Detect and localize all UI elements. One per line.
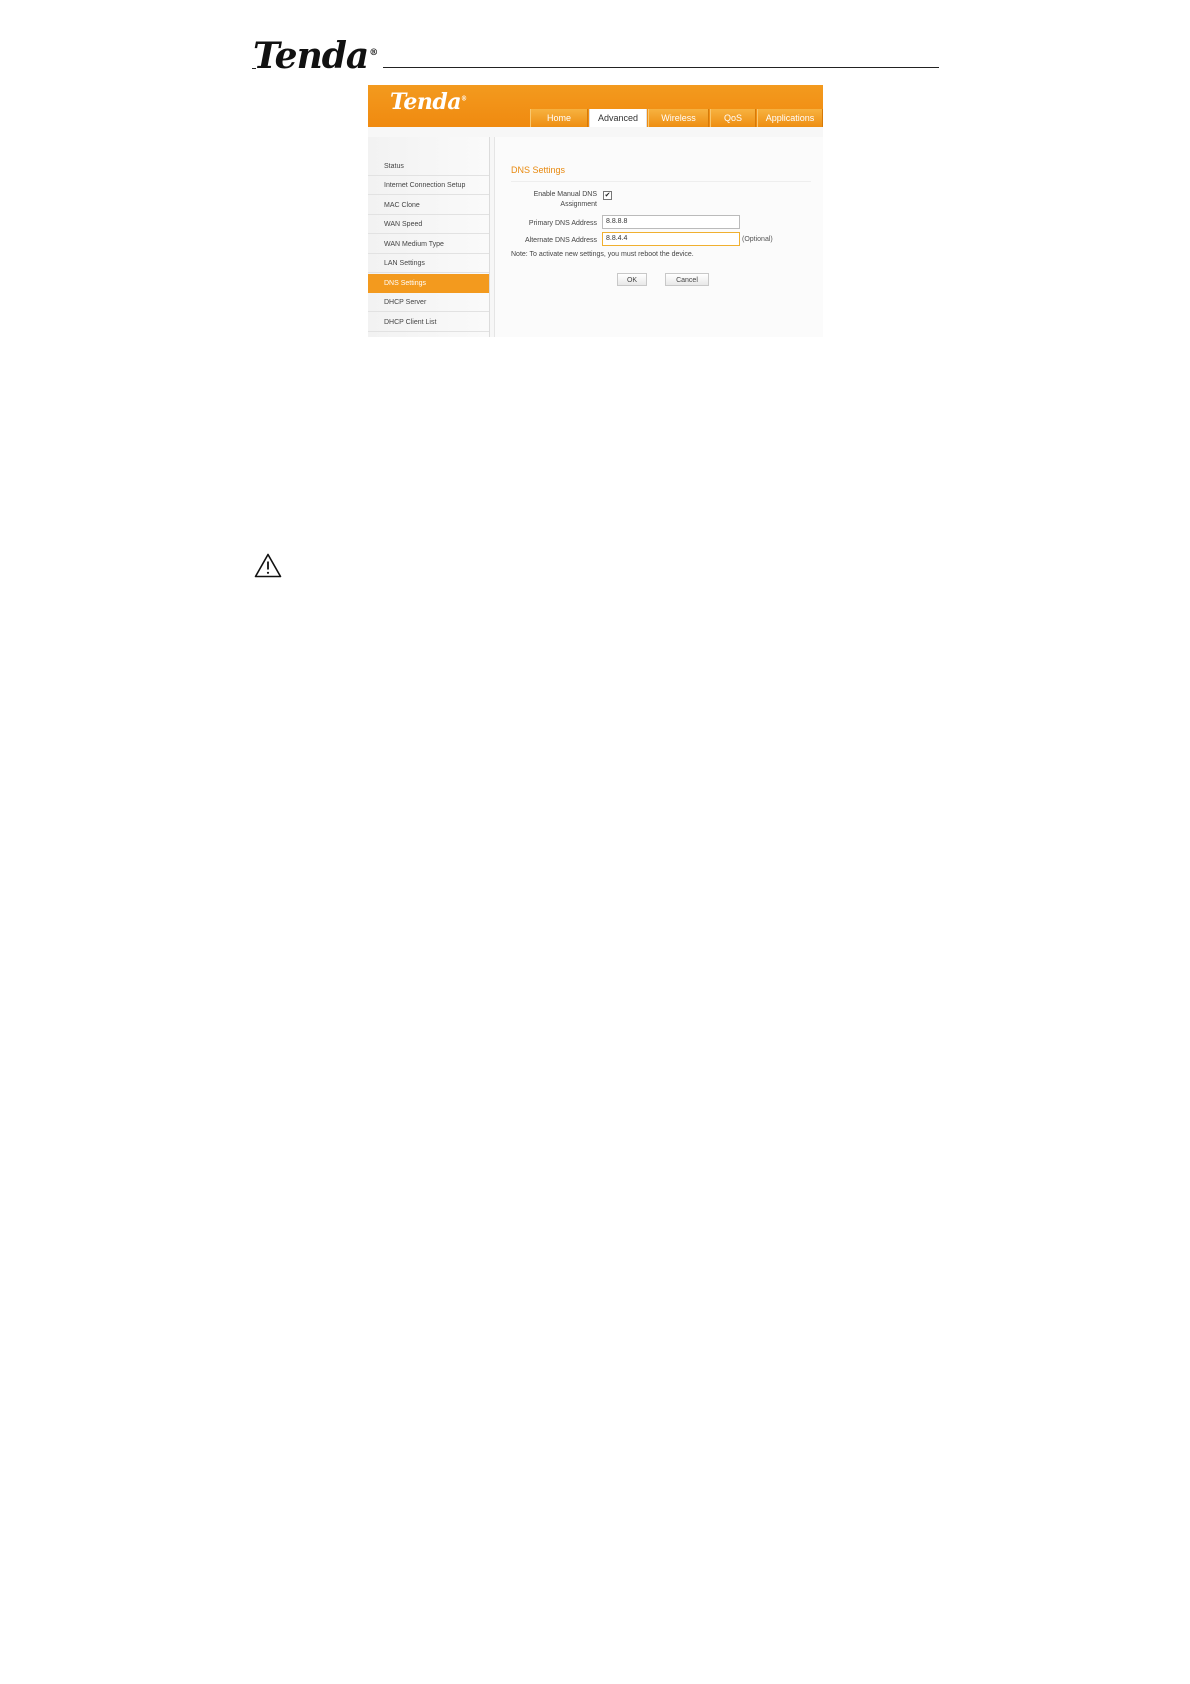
cancel-button[interactable]: Cancel: [665, 273, 709, 286]
sidebar-item-mac-clone[interactable]: MAC Clone: [368, 196, 489, 215]
title-divider: [511, 181, 811, 182]
primary-dns-input[interactable]: 8.8.8.8: [602, 215, 740, 229]
tab-home[interactable]: Home: [530, 109, 588, 127]
main-nav-tabs: Home Advanced Wireless QoS Applications: [530, 109, 823, 127]
header-tick: [252, 68, 256, 69]
primary-dns-label: Primary DNS Address: [528, 220, 597, 227]
enable-manual-dns-checkbox[interactable]: ✔: [603, 191, 612, 200]
reboot-note: Note: To activate new settings, you must…: [511, 251, 694, 258]
sidebar-item-internet-connection-setup[interactable]: Internet Connection Setup: [368, 176, 489, 195]
document-brand-name: Tenda: [253, 35, 369, 77]
sidebar-item-dns-settings[interactable]: DNS Settings: [368, 274, 489, 293]
enable-manual-dns-label-line2: Assignment: [560, 201, 597, 208]
header-rule: [383, 67, 939, 68]
tab-qos[interactable]: QoS: [710, 109, 756, 127]
enable-manual-dns-label: Enable Manual DNS Assignment: [501, 190, 597, 210]
sidebar-item-status[interactable]: Status: [368, 157, 489, 176]
sidebar-item-wan-medium-type[interactable]: WAN Medium Type: [368, 235, 489, 254]
sidebar: Status Internet Connection Setup MAC Clo…: [368, 137, 490, 337]
enable-manual-dns-label-line1: Enable Manual DNS: [533, 191, 597, 198]
warning-triangle-icon: [254, 553, 282, 578]
document-brand-logo: Tenda®: [253, 35, 378, 77]
dns-settings-panel: DNS Settings Enable Manual DNS Assignmen…: [494, 137, 823, 337]
sidebar-item-lan-settings[interactable]: LAN Settings: [368, 254, 489, 273]
tab-advanced[interactable]: Advanced: [589, 109, 647, 127]
ok-button[interactable]: OK: [617, 273, 647, 286]
alternate-dns-label: Alternate DNS Address: [525, 237, 597, 244]
tab-wireless[interactable]: Wireless: [648, 109, 709, 127]
router-screenshot: Tenda® Home Advanced Wireless QoS Applic…: [368, 85, 823, 337]
dns-settings-title: DNS Settings: [511, 165, 566, 175]
sidebar-item-dhcp-server[interactable]: DHCP Server: [368, 293, 489, 312]
router-logo-registered-mark: ®: [460, 95, 467, 103]
document-brand-registered-mark: ®: [369, 48, 378, 58]
optional-hint: (Optional): [742, 236, 773, 243]
router-header-bar: Tenda® Home Advanced Wireless QoS Applic…: [368, 85, 823, 127]
router-logo-text: Tenda: [390, 89, 461, 115]
tab-applications[interactable]: Applications: [757, 109, 823, 127]
sidebar-item-wan-speed[interactable]: WAN Speed: [368, 215, 489, 234]
router-logo: Tenda®: [390, 89, 467, 115]
sidebar-item-dhcp-client-list[interactable]: DHCP Client List: [368, 313, 489, 332]
alternate-dns-input[interactable]: 8.8.4.4: [602, 232, 740, 246]
